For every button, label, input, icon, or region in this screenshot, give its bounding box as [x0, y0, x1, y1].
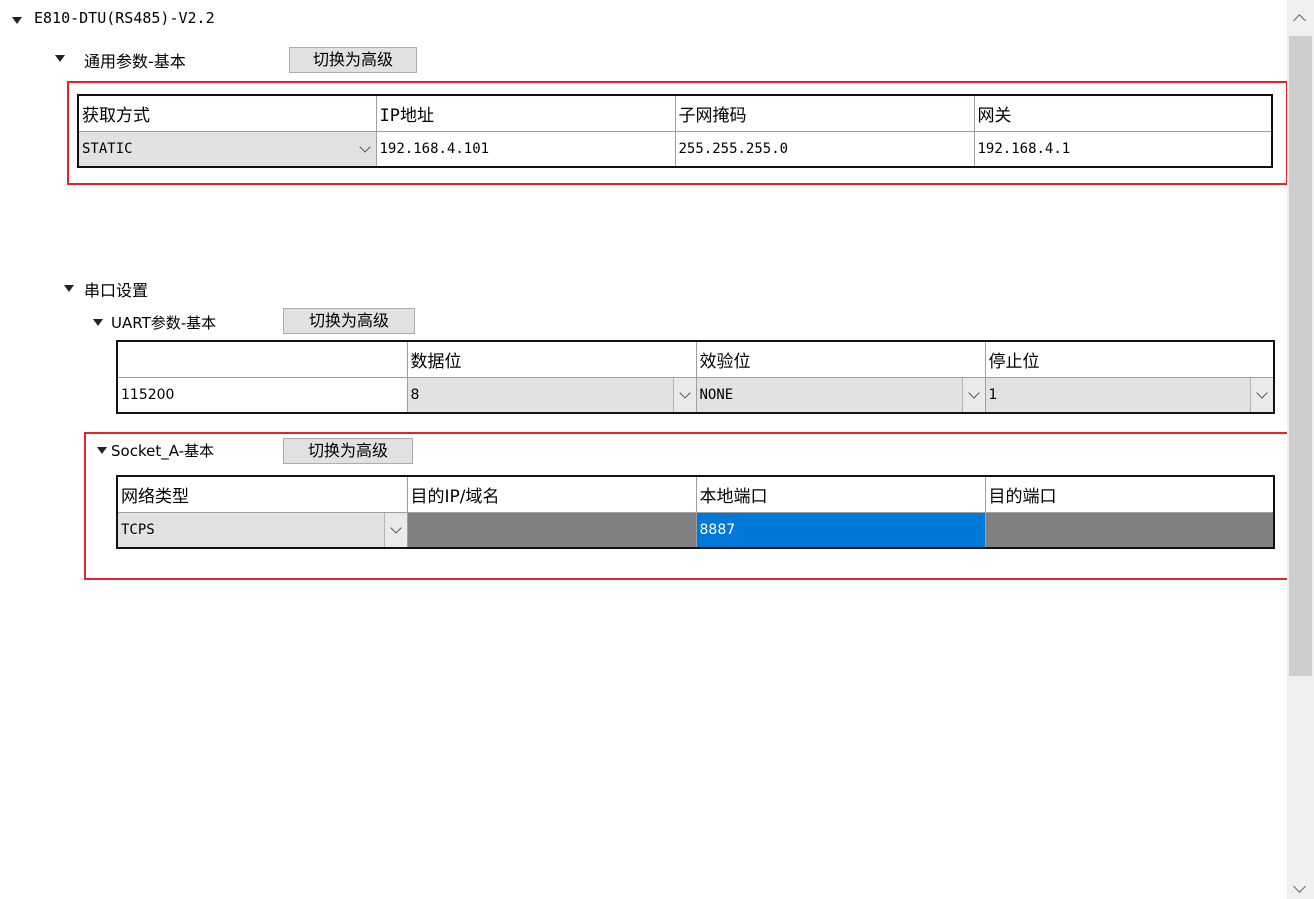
- annotation-highlight-box: [67, 81, 1288, 185]
- device-title: E810-DTU(RS485)-V2.2: [34, 9, 215, 27]
- chevron-down-icon[interactable]: [1250, 378, 1273, 412]
- expand-arrow-icon[interactable]: [93, 319, 103, 326]
- data-bits-value: 8: [410, 386, 420, 403]
- chevron-down-icon[interactable]: [672, 378, 695, 412]
- stop-bits-value: 1: [988, 386, 998, 403]
- annotation-highlight-box: [84, 432, 1289, 580]
- header-parity: 效验位: [695, 340, 986, 378]
- header-stop-bits: 停止位: [984, 340, 1275, 378]
- header-baud-rate: 波特率(bps): [116, 340, 408, 378]
- general-switch-advanced-button[interactable]: 切换为高级: [289, 47, 417, 73]
- parity-value: NONE: [699, 386, 734, 403]
- expand-arrow-icon[interactable]: [64, 285, 74, 292]
- uart-params-table: 波特率(bps) 数据位 效验位 停止位 115200 8 NONE 1: [116, 340, 1275, 414]
- baud-rate-field[interactable]: 115200: [116, 376, 408, 414]
- parity-select[interactable]: NONE: [695, 376, 986, 414]
- header-data-bits: 数据位: [406, 340, 697, 378]
- data-bits-select[interactable]: 8: [406, 376, 697, 414]
- uart-switch-advanced-button[interactable]: 切换为高级: [283, 308, 415, 334]
- scrollbar-thumb[interactable]: [1289, 36, 1312, 676]
- general-section-title: 通用参数-基本: [84, 52, 186, 71]
- serial-section-title: 串口设置: [84, 281, 149, 300]
- expand-arrow-icon[interactable]: [55, 55, 65, 62]
- uart-section-title: UART参数-基本: [111, 314, 217, 332]
- expand-arrow-icon[interactable]: [12, 17, 22, 24]
- stop-bits-select[interactable]: 1: [984, 376, 1275, 414]
- chevron-down-icon[interactable]: [961, 378, 984, 412]
